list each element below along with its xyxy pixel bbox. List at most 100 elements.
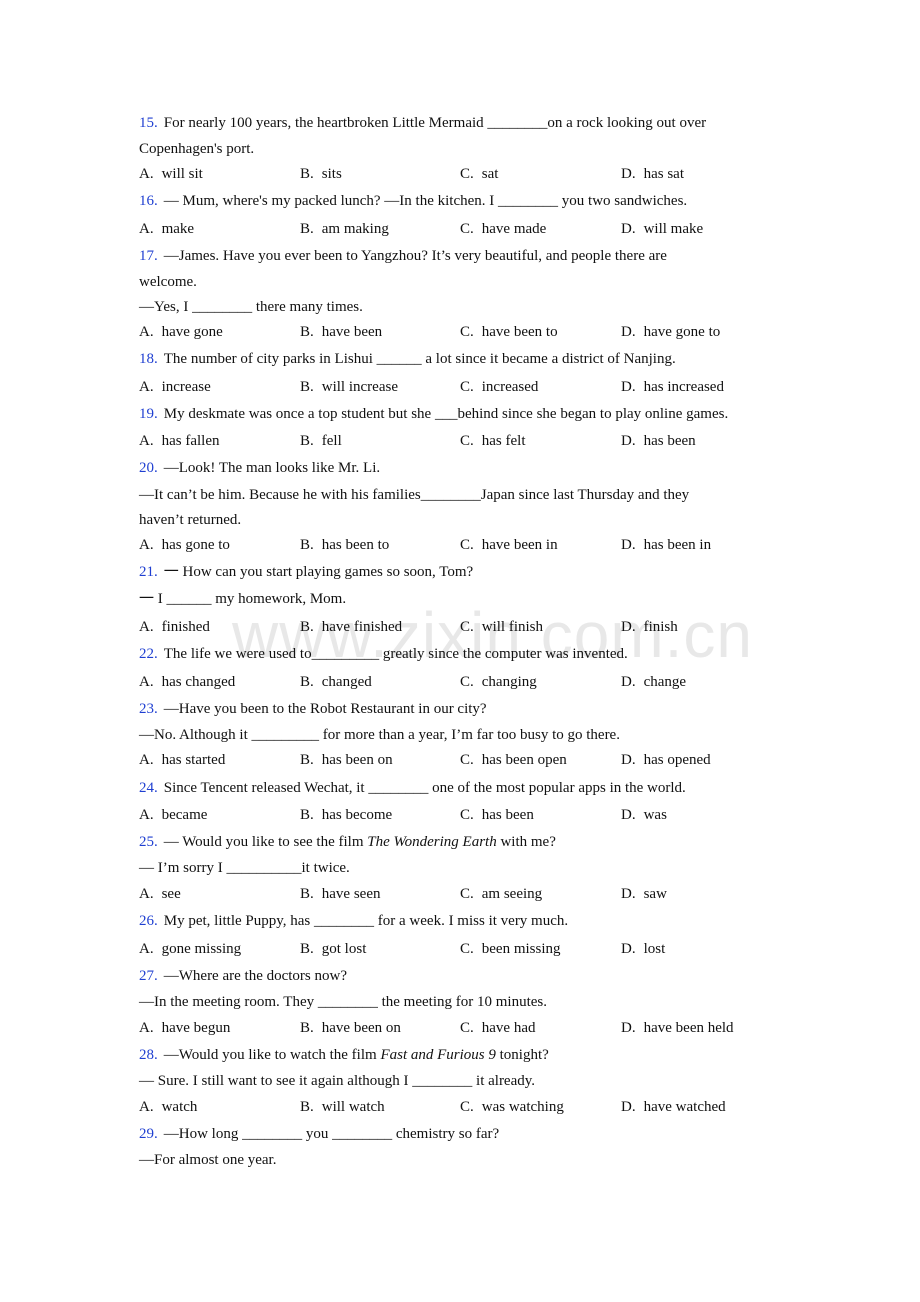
question-text: —Have you been to the Robot Restaurant i… [163, 701, 487, 717]
option-text: been missing [481, 941, 561, 957]
question-stem: 28. —Would you like to watch the film Fas… [139, 1046, 549, 1064]
option-text: sits [321, 166, 342, 182]
question-number: 17. [139, 248, 158, 264]
question-text: with me? [496, 834, 556, 850]
option-letter: D. [621, 674, 636, 690]
option-text: sat [481, 166, 499, 182]
option-d: D. have been held [621, 1019, 734, 1037]
option-letter: D. [621, 1099, 636, 1115]
option-b: B. have been [300, 323, 382, 341]
option-text: am making [321, 221, 389, 237]
question-line: haven’t returned. [139, 511, 241, 529]
option-letter: C. [460, 433, 474, 449]
question-stem: 17. —James. Have you ever been to Yangzho… [139, 247, 667, 265]
question-stem: 20. —Look! The man looks like Mr. Li. [139, 459, 380, 477]
option-text: has gone to [161, 537, 230, 553]
answer-options: A. has fallen B. fell C. has felt D. has been [139, 432, 839, 450]
question-number: 15. [139, 115, 158, 131]
question-number: 25. [139, 834, 158, 850]
option-a: A. has gone to [139, 536, 230, 554]
option-letter: A. [139, 674, 154, 690]
option-b: B. has been on [300, 751, 393, 769]
option-letter: B. [300, 166, 314, 182]
question-line: —Yes, I ________ there many times. [139, 298, 363, 316]
option-text: will sit [161, 166, 203, 182]
option-text: got lost [321, 941, 367, 957]
option-text: have gone [161, 324, 223, 340]
option-text: have seen [321, 886, 381, 902]
option-letter: B. [300, 1099, 314, 1115]
question-stem: 27. —Where are the doctors now? [139, 967, 347, 985]
question-line: — I’m sorry I __________it twice. [139, 859, 350, 877]
question-text: My deskmate was once a top student but s… [163, 406, 729, 422]
option-d: D. finish [621, 618, 678, 636]
option-d: D. change [621, 673, 686, 691]
option-letter: A. [139, 752, 154, 768]
option-letter: D. [621, 537, 636, 553]
option-b: B. has been to [300, 536, 389, 554]
option-text: has been in [643, 537, 712, 553]
option-text: has started [161, 752, 226, 768]
option-letter: C. [460, 537, 474, 553]
option-a: A. finished [139, 618, 210, 636]
option-c: C. have been to [460, 323, 558, 341]
option-letter: A. [139, 379, 154, 395]
exam-page: www.zixin.com.cn 15. For nearly 100 years… [0, 0, 920, 1302]
option-a: A. has changed [139, 673, 235, 691]
option-text: have gone to [643, 324, 721, 340]
option-text: changed [321, 674, 372, 690]
question-stem: 16. — Mum, where's my packed lunch? —In t… [139, 192, 687, 210]
option-c: C. will finish [460, 618, 543, 636]
option-letter: A. [139, 537, 154, 553]
option-text: fell [321, 433, 342, 449]
option-letter: B. [300, 221, 314, 237]
option-text: have had [481, 1020, 536, 1036]
question-stem: 18. The number of city parks in Lishui __… [139, 350, 676, 368]
option-letter: C. [460, 941, 474, 957]
answer-options: A. finished B. have finished C. will finish D.… [139, 618, 839, 636]
option-b: B. have seen [300, 885, 380, 903]
option-letter: A. [139, 166, 154, 182]
option-a: A. has started [139, 751, 225, 769]
question-number: 23. [139, 701, 158, 717]
answer-options: A. increase B. will increase C. increased D. ha… [139, 378, 839, 396]
question-text: tonight? [495, 1047, 549, 1063]
option-a: A. will sit [139, 165, 203, 183]
question-number: 24. [139, 780, 158, 796]
option-letter: B. [300, 752, 314, 768]
option-letter: C. [460, 619, 474, 635]
option-c: C. changing [460, 673, 537, 691]
option-c: C. has felt [460, 432, 526, 450]
option-letter: A. [139, 807, 154, 823]
option-letter: A. [139, 619, 154, 635]
answer-options: A. have begun B. have been on C. have had D. ha… [139, 1019, 839, 1037]
option-c: C. been missing [460, 940, 561, 958]
question-stem: 29. —How long ________ you ________ chemi… [139, 1125, 499, 1143]
question-text: Copenhagen's port. [139, 141, 255, 157]
option-a: A. watch [139, 1098, 197, 1116]
option-letter: C. [460, 379, 474, 395]
question-text: —Look! The man looks like Mr. Li. [163, 460, 381, 476]
question-text: 一 How can you start playing games so soo… [163, 564, 474, 580]
answer-options: A. have gone B. have been C. have been to D. ha… [139, 323, 839, 341]
option-letter: C. [460, 807, 474, 823]
option-text: increase [161, 379, 211, 395]
question-number: 27. [139, 968, 158, 984]
question-text: — Would you like to see the film [163, 834, 368, 850]
option-text: has fallen [161, 433, 220, 449]
option-letter: D. [621, 379, 636, 395]
option-text: became [161, 807, 208, 823]
option-letter: A. [139, 1099, 154, 1115]
question-stem: 25. — Would you like to see the film The … [139, 833, 556, 851]
option-letter: B. [300, 379, 314, 395]
option-d: D. was [621, 806, 667, 824]
option-letter: D. [621, 752, 636, 768]
option-d: D. have watched [621, 1098, 726, 1116]
option-c: C. has been open [460, 751, 567, 769]
option-letter: D. [621, 886, 636, 902]
question-text: —No. Although it _________ for more than… [139, 727, 620, 743]
question-text: The number of city parks in Lishui _____… [163, 351, 676, 367]
option-d: D. will make [621, 220, 703, 238]
option-c: C. am seeing [460, 885, 542, 903]
question-text: — Sure. I still want to see it again alt… [139, 1073, 536, 1089]
